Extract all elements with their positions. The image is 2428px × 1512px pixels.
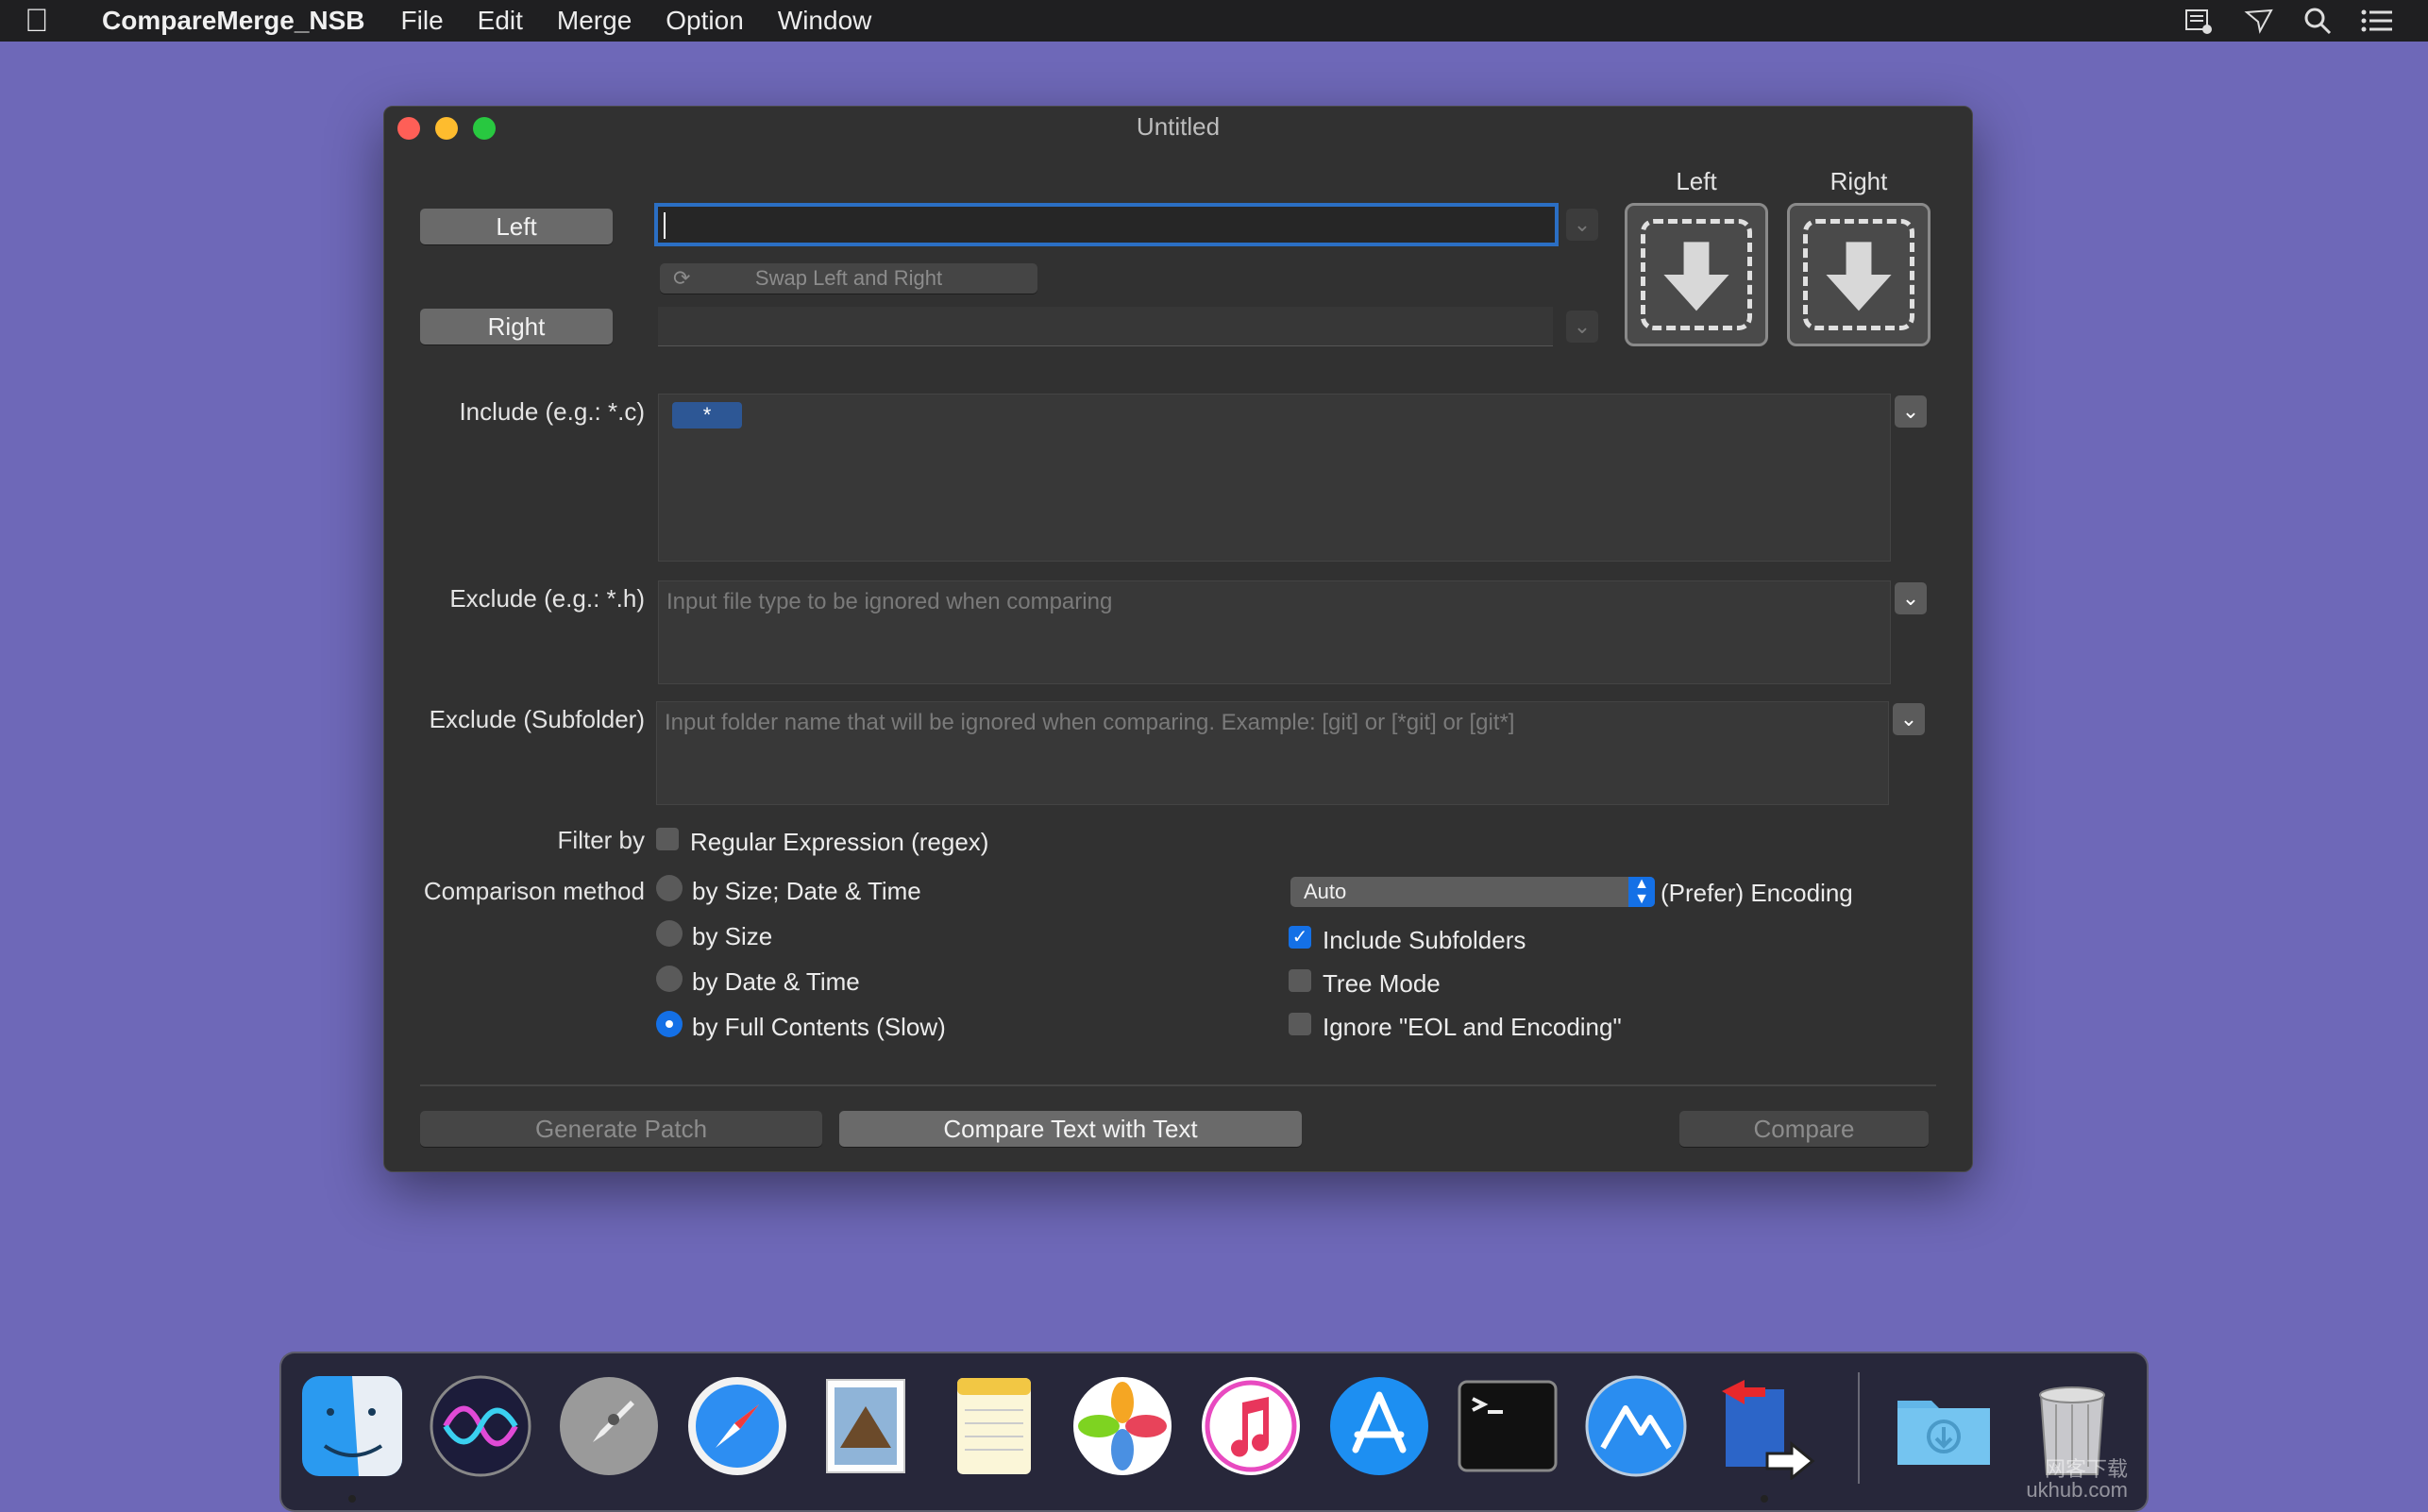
include-field[interactable]: * (658, 394, 1891, 562)
apple-menu-icon[interactable]:  (25, 0, 81, 42)
filter-by-label: Filter by (557, 826, 645, 854)
menu-file[interactable]: File (401, 6, 444, 36)
right-button[interactable]: Right (420, 309, 613, 344)
finder-icon[interactable] (298, 1372, 406, 1480)
ignore-eol-checkbox[interactable] (1289, 1013, 1311, 1035)
right-path-input[interactable] (658, 307, 1553, 346)
ignore-eol-label[interactable]: Ignore "EOL and Encoding" (1323, 1013, 1622, 1042)
menu-window[interactable]: Window (778, 6, 872, 36)
regex-checkbox[interactable] (656, 828, 679, 850)
exclude-label: Exclude (e.g.: *.h) (449, 584, 645, 613)
down-arrow-icon (1663, 242, 1729, 311)
title-bar[interactable]: Untitled (384, 107, 1972, 148)
swap-label: Swap Left and Right (754, 266, 943, 290)
encoding-value: Auto (1304, 880, 1347, 903)
method-size-date-radio[interactable] (656, 875, 683, 901)
comparison-method-label: Comparison method (423, 877, 645, 905)
method-date-radio[interactable] (656, 966, 683, 992)
encoding-label: (Prefer) Encoding (1661, 879, 1853, 907)
method-size-label[interactable]: by Size (692, 922, 772, 951)
drop-right-label: Right (1829, 167, 1888, 195)
exclude-placeholder: Input file type to be ignored when compa… (666, 589, 1113, 614)
method-size-date-label[interactable]: by Size; Date & Time (692, 877, 921, 906)
menubar-extras (2183, 0, 2394, 42)
notes-icon[interactable] (940, 1372, 1048, 1480)
swap-button[interactable]: ⟳ Swap Left and Right (660, 263, 1037, 294)
siri-icon[interactable] (427, 1372, 534, 1480)
menu-merge[interactable]: Merge (557, 6, 632, 36)
watermark-line1: 网客下载 (2044, 1457, 2128, 1481)
menu-bar:  CompareMerge_NSB File Edit Merge Optio… (0, 0, 2428, 42)
spotlight-search-icon[interactable] (2303, 7, 2332, 35)
watermark-line2: ukhub.com (2026, 1478, 2128, 1502)
window-title: Untitled (1136, 112, 1221, 141)
method-full-contents-label[interactable]: by Full Contents (Slow) (692, 1013, 946, 1042)
method-size-radio[interactable] (656, 920, 683, 947)
running-indicator (1761, 1495, 1768, 1503)
exclude-subfolder-dropdown[interactable]: ⌄ (1893, 703, 1925, 735)
itunes-icon[interactable] (1197, 1372, 1305, 1480)
down-arrow-icon (1826, 242, 1892, 311)
comparemerge-icon[interactable] (1711, 1372, 1818, 1480)
menu-option[interactable]: Option (666, 6, 744, 36)
main-window: Untitled Left ⌄ ⟳ Swap Left and Right Ri… (383, 106, 1973, 1172)
stepper-chevrons-icon: ▲ ▼ (1628, 877, 1655, 907)
include-subfolders-label[interactable]: Include Subfolders (1323, 926, 1526, 955)
dock: 网客下载 ukhub.com (279, 1352, 2149, 1512)
terminal-icon[interactable] (1454, 1372, 1561, 1480)
instruments-icon[interactable] (1582, 1372, 1690, 1480)
safari-icon[interactable] (683, 1372, 791, 1480)
watermark: 网客下载 ukhub.com (2026, 1459, 2128, 1501)
mail-stamp-icon[interactable] (812, 1372, 919, 1480)
include-dropdown[interactable]: ⌄ (1895, 395, 1927, 428)
menu-edit[interactable]: Edit (478, 6, 523, 36)
right-history-dropdown[interactable]: ⌄ (1566, 311, 1598, 343)
running-indicator (348, 1495, 356, 1503)
launchpad-icon[interactable] (555, 1372, 663, 1480)
regex-label[interactable]: Regular Expression (regex) (690, 828, 988, 857)
exclude-field[interactable]: Input file type to be ignored when compa… (658, 580, 1891, 684)
divider (420, 1084, 1936, 1086)
exclude-subfolder-label: Exclude (Subfolder) (429, 705, 645, 733)
exclude-subfolder-field[interactable]: Input folder name that will be ignored w… (656, 701, 1889, 805)
left-button[interactable]: Left (420, 209, 613, 244)
left-drop-target[interactable] (1625, 203, 1768, 346)
notification-center-icon[interactable] (2360, 7, 2394, 35)
text-cursor (664, 212, 666, 239)
dock-separator (1858, 1372, 1860, 1484)
photos-icon[interactable] (1069, 1372, 1176, 1480)
compare-text-button[interactable]: Compare Text with Text (839, 1111, 1302, 1147)
include-subfolders-checkbox[interactable]: ✓ (1289, 926, 1311, 949)
left-path-input[interactable] (654, 203, 1559, 246)
airplay-icon[interactable] (2243, 7, 2275, 35)
tree-mode-checkbox[interactable] (1289, 969, 1311, 992)
include-label: Include (e.g.: *.c) (459, 397, 645, 426)
right-drop-target[interactable] (1787, 203, 1931, 346)
swap-icon: ⟳ (673, 266, 691, 290)
printer-status-icon[interactable] (2183, 7, 2215, 35)
exclude-dropdown[interactable]: ⌄ (1895, 582, 1927, 614)
generate-patch-button[interactable]: Generate Patch (420, 1111, 822, 1147)
method-full-contents-radio[interactable] (656, 1011, 683, 1037)
downloads-folder-icon[interactable] (1890, 1372, 1998, 1480)
app-store-icon[interactable] (1325, 1372, 1433, 1480)
tree-mode-label[interactable]: Tree Mode (1323, 969, 1441, 999)
encoding-select[interactable]: Auto ▲ ▼ (1290, 877, 1655, 907)
method-date-label[interactable]: by Date & Time (692, 967, 860, 997)
drop-left-label: Left (1676, 167, 1717, 195)
app-menu[interactable]: CompareMerge_NSB (102, 6, 365, 36)
include-token[interactable]: * (672, 402, 742, 428)
exclude-subfolder-placeholder: Input folder name that will be ignored w… (665, 710, 1515, 735)
compare-button[interactable]: Compare (1679, 1111, 1929, 1147)
left-history-dropdown[interactable]: ⌄ (1566, 209, 1598, 241)
